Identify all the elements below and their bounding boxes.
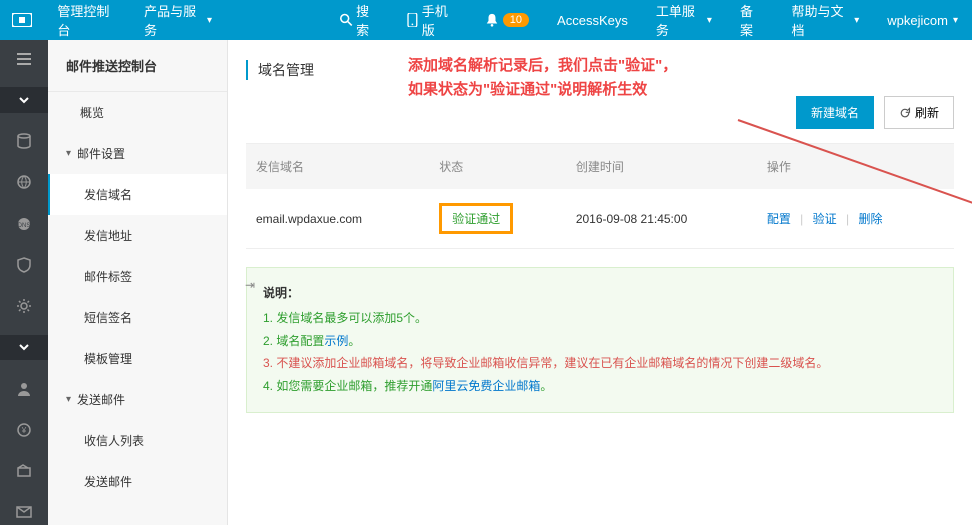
caret-down-icon: ▾: [953, 15, 958, 26]
nav-search-label: 搜索: [356, 1, 379, 39]
nav-beian[interactable]: 备案: [726, 0, 778, 40]
nav-tickets-label: 工单服务: [656, 1, 702, 39]
sidebar-item-send-mail[interactable]: ▾发送邮件: [48, 379, 227, 420]
nav-user-label: wpkejicom: [887, 13, 948, 28]
nav-accesskeys[interactable]: AccessKeys: [543, 0, 642, 40]
cell-created: 2016-09-08 21:45:00: [566, 189, 757, 249]
sidebar-item-mail-tag[interactable]: 邮件标签: [48, 256, 227, 297]
sidebar-item-recipient-list[interactable]: 收信人列表: [48, 420, 227, 461]
main-content: 域名管理 添加域名解析记录后，我们点击"验证"， 如果状态为"验证通过"说明解析…: [228, 40, 972, 525]
iconbar-menu[interactable]: [0, 46, 48, 71]
nav-products-label: 产品与服务: [144, 1, 202, 39]
global-iconbar: DNS ¥: [0, 40, 48, 525]
notice-line-2: 2. 域名配置示例。: [263, 330, 937, 353]
phone-icon: [407, 13, 418, 27]
notif-badge: 10: [503, 13, 529, 27]
iconbar-db[interactable]: [0, 129, 48, 154]
notice-aliyun-link[interactable]: 阿里云免费企业邮箱: [432, 379, 540, 393]
iconbar-wallet[interactable]: [0, 459, 48, 484]
th-ops: 操作: [757, 144, 954, 190]
page-title: 域名管理: [246, 60, 314, 80]
iconbar-shield[interactable]: [0, 252, 48, 277]
nav-help-label: 帮助与文档: [791, 1, 849, 39]
sidebar: 邮件推送控制台 概览 ▾邮件设置 发信域名 发信地址 邮件标签 短信签名 模板管…: [48, 40, 228, 525]
cell-domain: email.wpdaxue.com: [246, 189, 429, 249]
search-icon: [340, 13, 353, 27]
sidebar-item-sms-sign[interactable]: 短信签名: [48, 297, 227, 338]
domain-table: 发信域名 状态 创建时间 操作 email.wpdaxue.com 验证通过 2…: [246, 143, 954, 249]
sidebar-item-overview[interactable]: 概览: [48, 92, 227, 133]
op-config[interactable]: 配置: [767, 212, 791, 226]
caret-down-icon: ▾: [207, 15, 212, 26]
notice-title: 说明：: [263, 282, 937, 305]
iconbar-gear[interactable]: [0, 294, 48, 319]
sidebar-item-template[interactable]: 模板管理: [48, 338, 227, 379]
notice-line-3: 3. 不建议添加企业邮箱域名，将导致企业邮箱收信异常，建议在已有企业邮箱域名的情…: [263, 352, 937, 375]
iconbar-collapse[interactable]: [0, 87, 48, 112]
sidebar-item-sender-address[interactable]: 发信地址: [48, 215, 227, 256]
refresh-icon: [899, 107, 911, 119]
nav-mobile-label: 手机版: [422, 1, 457, 39]
iconbar-dns[interactable]: DNS: [0, 211, 48, 236]
annotation-overlay: 添加域名解析记录后，我们点击"验证"， 如果状态为"验证通过"说明解析生效: [408, 54, 677, 102]
svg-text:DNS: DNS: [18, 223, 31, 229]
th-status: 状态: [429, 144, 566, 190]
notice-line-1: 1. 发信域名最多可以添加5个。: [263, 307, 937, 330]
notice-example-link[interactable]: 示例: [324, 334, 348, 348]
table-row: email.wpdaxue.com 验证通过 2016-09-08 21:45:…: [246, 189, 954, 249]
nav-console[interactable]: 管理控制台: [43, 0, 130, 40]
nav-search[interactable]: 搜索: [326, 0, 393, 40]
nav-products[interactable]: 产品与服务 ▾: [130, 0, 226, 40]
caret-down-icon: ▾: [707, 15, 712, 26]
nav-user[interactable]: wpkejicom ▾: [873, 0, 972, 40]
caret-down-icon: ▾: [854, 15, 859, 26]
status-badge: 验证通过: [439, 203, 513, 234]
nav-help[interactable]: 帮助与文档 ▾: [777, 0, 873, 40]
iconbar-globe[interactable]: [0, 170, 48, 195]
nav-mobile[interactable]: 手机版: [393, 0, 470, 40]
notice-toggle[interactable]: ⇥: [245, 274, 255, 297]
notice-line-4: 4. 如您需要企业邮箱，推荐开通阿里云免费企业邮箱。: [263, 375, 937, 398]
svg-text:¥: ¥: [21, 426, 27, 435]
iconbar-yen[interactable]: ¥: [0, 417, 48, 442]
logo[interactable]: [0, 0, 43, 40]
nav-tickets[interactable]: 工单服务 ▾: [642, 0, 726, 40]
caret-down-icon: ▾: [66, 148, 71, 159]
bell-icon: [485, 13, 499, 27]
notice-panel: ⇥ 说明： 1. 发信域名最多可以添加5个。 2. 域名配置示例。 3. 不建议…: [246, 267, 954, 413]
op-delete[interactable]: 删除: [858, 212, 882, 226]
nav-notifications[interactable]: 10: [471, 0, 543, 40]
sidebar-item-sender-domain[interactable]: 发信域名: [48, 174, 227, 215]
op-verify[interactable]: 验证: [813, 212, 837, 226]
iconbar-mail[interactable]: [0, 500, 48, 525]
refresh-button[interactable]: 刷新: [884, 96, 954, 129]
iconbar-user[interactable]: [0, 376, 48, 401]
th-domain: 发信域名: [246, 144, 429, 190]
iconbar-expand-2[interactable]: [0, 335, 48, 360]
new-domain-button[interactable]: 新建域名: [796, 96, 874, 129]
sidebar-item-send-mail-sub[interactable]: 发送邮件: [48, 461, 227, 502]
sidebar-item-mail-settings[interactable]: ▾邮件设置: [48, 133, 227, 174]
th-created: 创建时间: [566, 144, 757, 190]
caret-down-icon: ▾: [66, 394, 71, 405]
sidebar-title: 邮件推送控制台: [48, 40, 227, 92]
